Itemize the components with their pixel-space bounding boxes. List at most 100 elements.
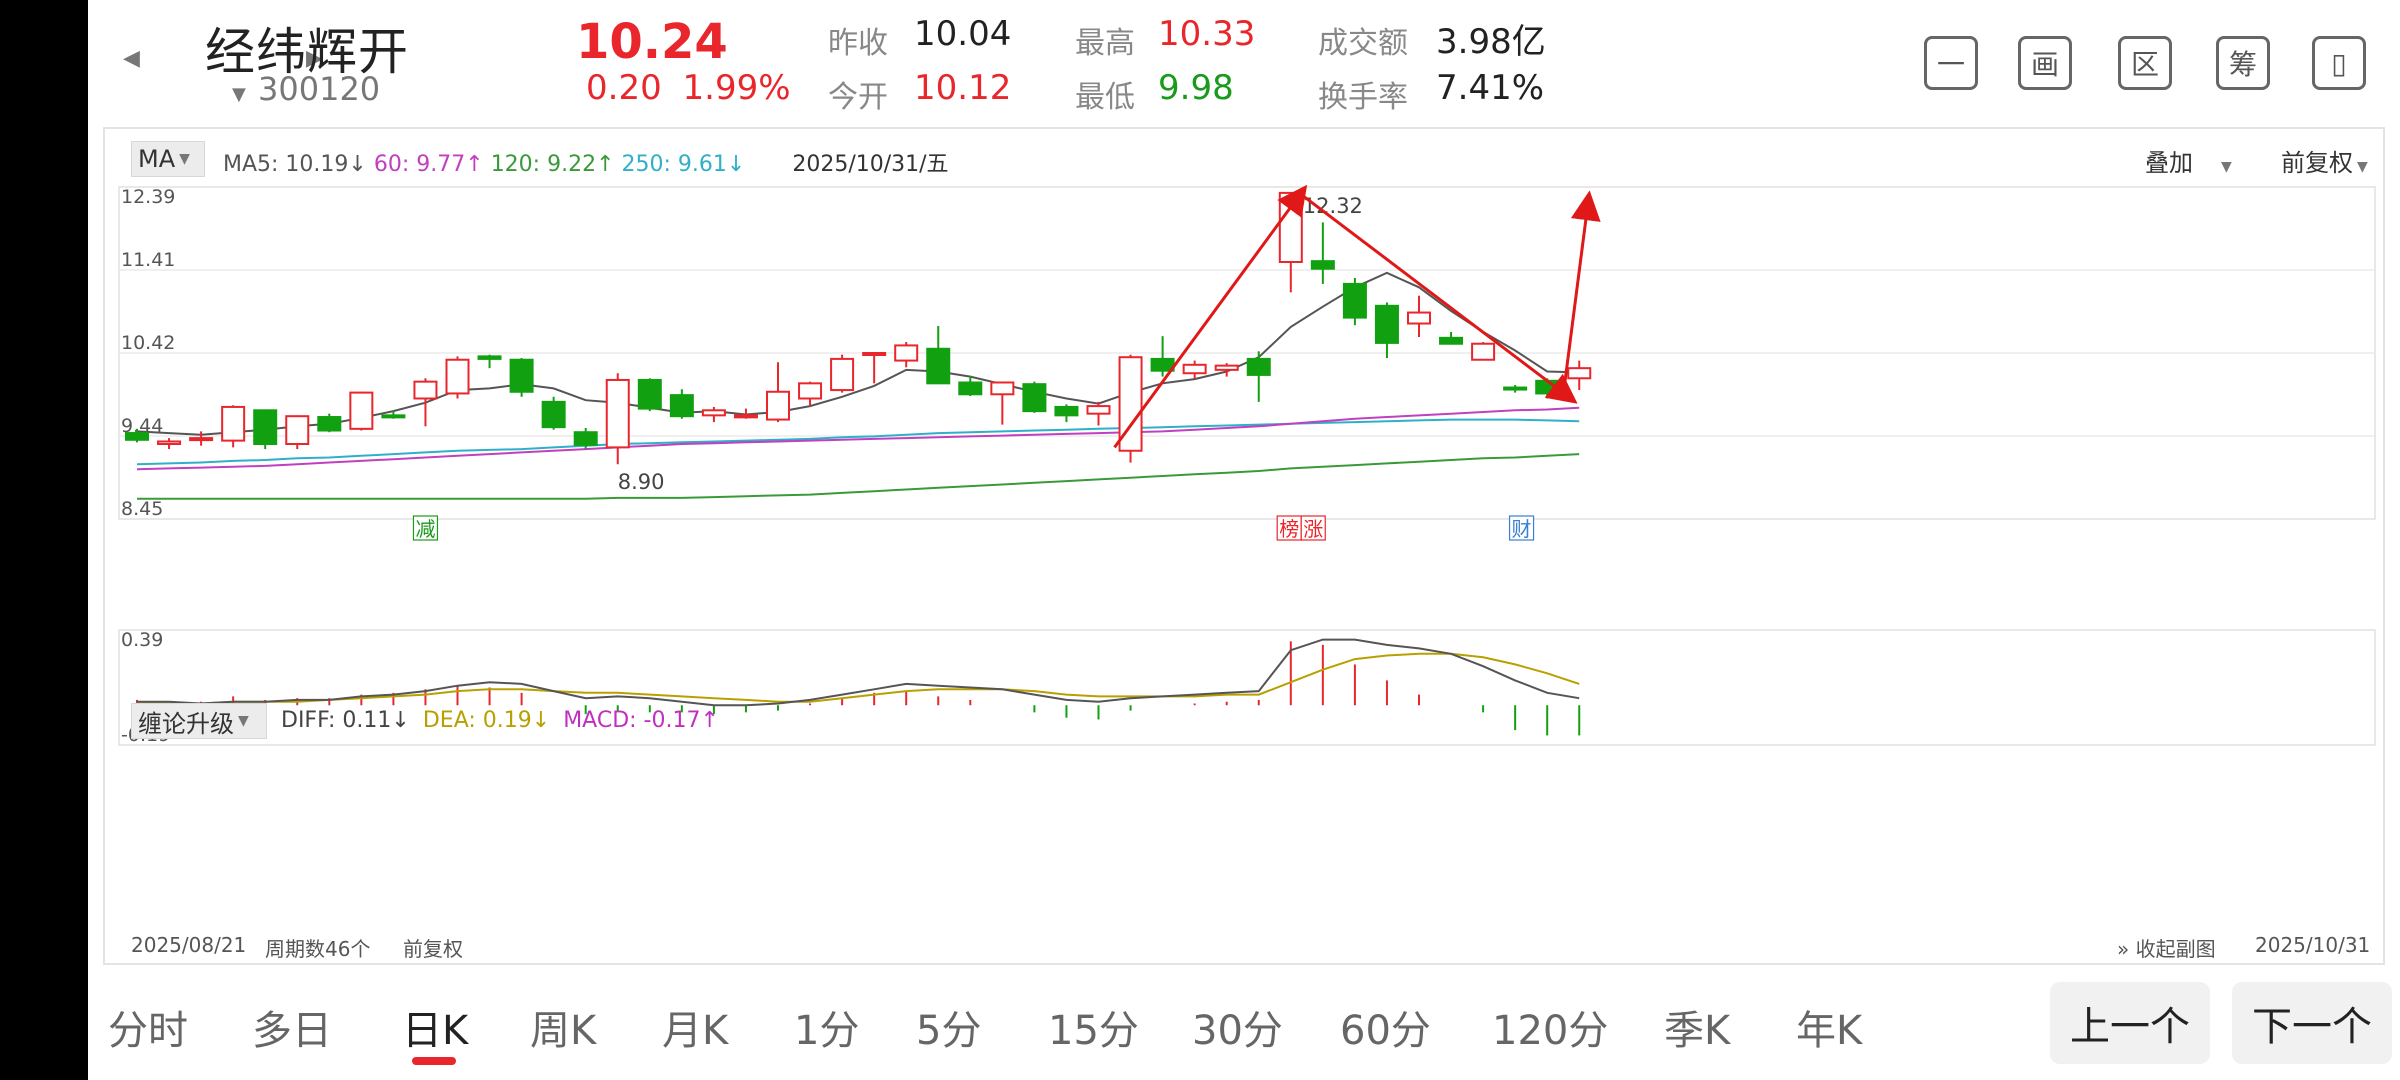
tab-monthly-k[interactable]: 月K	[662, 998, 728, 1056]
tab-multi-day[interactable]: 多日	[252, 998, 332, 1056]
next-stock-button[interactable]: 下一个	[2232, 982, 2392, 1064]
range-stats-button[interactable]: 区	[2118, 36, 2172, 90]
tab-1min[interactable]: 1分	[794, 998, 859, 1056]
diff-legend: DIFF: 0.11↓	[281, 708, 410, 733]
prev-close-value: 10.04	[914, 14, 1012, 54]
candle-down[interactable]	[1342, 282, 1367, 319]
kline-chart-panel[interactable]: 12.39 11.41 10.42 9.44 8.45 12.32 8.90 减榜涨财 0.39…	[103, 127, 2385, 965]
tab-yearly-k[interactable]: 年K	[1796, 998, 1862, 1056]
turnover-amount-label: 成交额	[1318, 26, 1408, 61]
candle-down[interactable]	[509, 358, 534, 393]
candle-down[interactable]	[541, 400, 566, 429]
period-count: 周期数46个	[265, 937, 371, 961]
candle-up[interactable]	[413, 380, 438, 400]
active-tab-indicator	[412, 1057, 456, 1065]
candle-up[interactable]	[221, 405, 246, 442]
ma-selector[interactable]: MA ▼	[131, 141, 205, 177]
candle-down[interactable]	[1246, 357, 1271, 376]
candle-up[interactable]	[605, 378, 630, 449]
collapse-subchart-button[interactable]: » 收起副图	[2117, 933, 2216, 962]
start-date: 2025/08/21	[131, 933, 247, 957]
prev-stock-button[interactable]: 上一个	[2050, 982, 2210, 1064]
candle-down[interactable]	[1374, 304, 1399, 344]
candle-up[interactable]	[830, 357, 855, 392]
candle-down[interactable]	[125, 432, 149, 441]
candle-down[interactable]	[1503, 386, 1528, 391]
event-tag-cai: 财	[1512, 517, 1532, 541]
draw-line-button[interactable]: 一	[1924, 36, 1978, 90]
chips-distribution-button[interactable]: 筹	[2216, 36, 2270, 90]
change-percent: 1.99%	[682, 68, 791, 108]
adjust-selector[interactable]: 前复权 ▼	[2281, 143, 2368, 178]
prev-stock-arrow-icon[interactable]: ◀	[123, 46, 140, 71]
current-price: 10.24	[576, 14, 728, 70]
candle-up[interactable]	[862, 352, 887, 356]
tab-60min[interactable]: 60分	[1340, 998, 1431, 1056]
tab-intraday[interactable]: 分时	[108, 998, 188, 1056]
candle-up[interactable]	[1086, 405, 1111, 415]
stock-app: ◀ ▶ 经纬辉开 ▼ 300120 10.24 0.20 1.99% 昨收 10…	[88, 0, 2400, 1080]
candle-up[interactable]	[894, 344, 919, 362]
macd-top-label: 0.39	[121, 629, 163, 651]
low-price-marker: 8.90	[618, 470, 665, 494]
annotation-arrow	[1113, 184, 1308, 449]
candle-up[interactable]	[798, 382, 823, 400]
prev-close-label: 昨收	[828, 26, 888, 61]
candle-up[interactable]	[1471, 342, 1496, 361]
candle-up[interactable]	[349, 391, 374, 430]
tab-weekly-k[interactable]: 周K	[530, 998, 596, 1056]
stock-code[interactable]: 300120	[258, 70, 380, 108]
code-dropdown-icon[interactable]: ▼	[232, 84, 246, 105]
tab-120min[interactable]: 120分	[1492, 998, 1608, 1056]
candle-down[interactable]	[926, 347, 951, 385]
candle-down[interactable]	[381, 414, 406, 419]
turnover-amount-value: 3.98亿	[1436, 22, 1546, 62]
candle-down[interactable]	[253, 409, 278, 446]
y-axis-label: 8.45	[121, 498, 163, 520]
candle-down[interactable]	[477, 355, 502, 360]
tab-quarterly-k[interactable]: 季K	[1664, 998, 1730, 1056]
candle-up[interactable]	[445, 358, 470, 395]
ma5-legend: MA5: 10.19↓	[223, 152, 367, 177]
candle-up[interactable]	[1407, 311, 1431, 325]
open-label: 今开	[828, 80, 888, 115]
y-axis-label: 12.39	[121, 186, 175, 208]
overlay-selector[interactable]: 叠加 ▼	[2145, 143, 2232, 178]
candle-down[interactable]	[317, 416, 342, 432]
candle-down[interactable]	[573, 431, 598, 446]
landscape-toggle-button[interactable]: ▯	[2312, 36, 2366, 90]
candle-up[interactable]	[1214, 364, 1239, 371]
candle-up[interactable]	[733, 414, 758, 419]
candle-up[interactable]	[285, 415, 310, 446]
candle-up[interactable]	[1182, 363, 1207, 375]
macd-legend: DIFF: 0.11↓ DEA: 0.19↓ MACD: -0.17↑	[281, 708, 719, 733]
candle-up[interactable]	[766, 390, 790, 421]
tab-30min[interactable]: 30分	[1192, 998, 1283, 1056]
candle-up[interactable]	[1278, 191, 1303, 263]
candle-down[interactable]	[637, 378, 662, 410]
low-label: 最低	[1075, 80, 1135, 115]
candle-down[interactable]	[669, 394, 694, 418]
kline-chart[interactable]: 12.3911.4110.429.448.4512.328.90减榜涨财0.39…	[105, 129, 2383, 963]
candle-down[interactable]	[1310, 260, 1335, 270]
candle-down[interactable]	[1022, 383, 1047, 413]
tab-15min[interactable]: 15分	[1048, 998, 1139, 1056]
high-price-marker: 12.32	[1303, 194, 1363, 218]
y-axis-label: 10.42	[121, 332, 175, 354]
candle-up[interactable]	[189, 437, 214, 442]
turnover-rate-value: 7.41%	[1436, 68, 1545, 108]
ma250-legend: 250: 9.61↓	[621, 152, 746, 177]
collapse-icon: »	[2117, 937, 2130, 961]
tab-5min[interactable]: 5分	[916, 998, 981, 1056]
candle-up[interactable]	[990, 381, 1015, 396]
candle-down[interactable]	[958, 381, 983, 396]
candle-up[interactable]	[701, 409, 726, 417]
candle-down[interactable]	[1439, 336, 1464, 345]
tab-daily-k[interactable]: 日K	[402, 998, 468, 1056]
candle-up[interactable]	[157, 440, 182, 446]
sub-indicator-selector[interactable]: 缠论升级 ▼	[131, 703, 267, 739]
drawing-tools-button[interactable]: 画	[2018, 36, 2072, 90]
event-tag-reduce: 减	[415, 517, 435, 541]
candle-down[interactable]	[1054, 405, 1079, 417]
candle-up[interactable]	[1567, 367, 1592, 380]
